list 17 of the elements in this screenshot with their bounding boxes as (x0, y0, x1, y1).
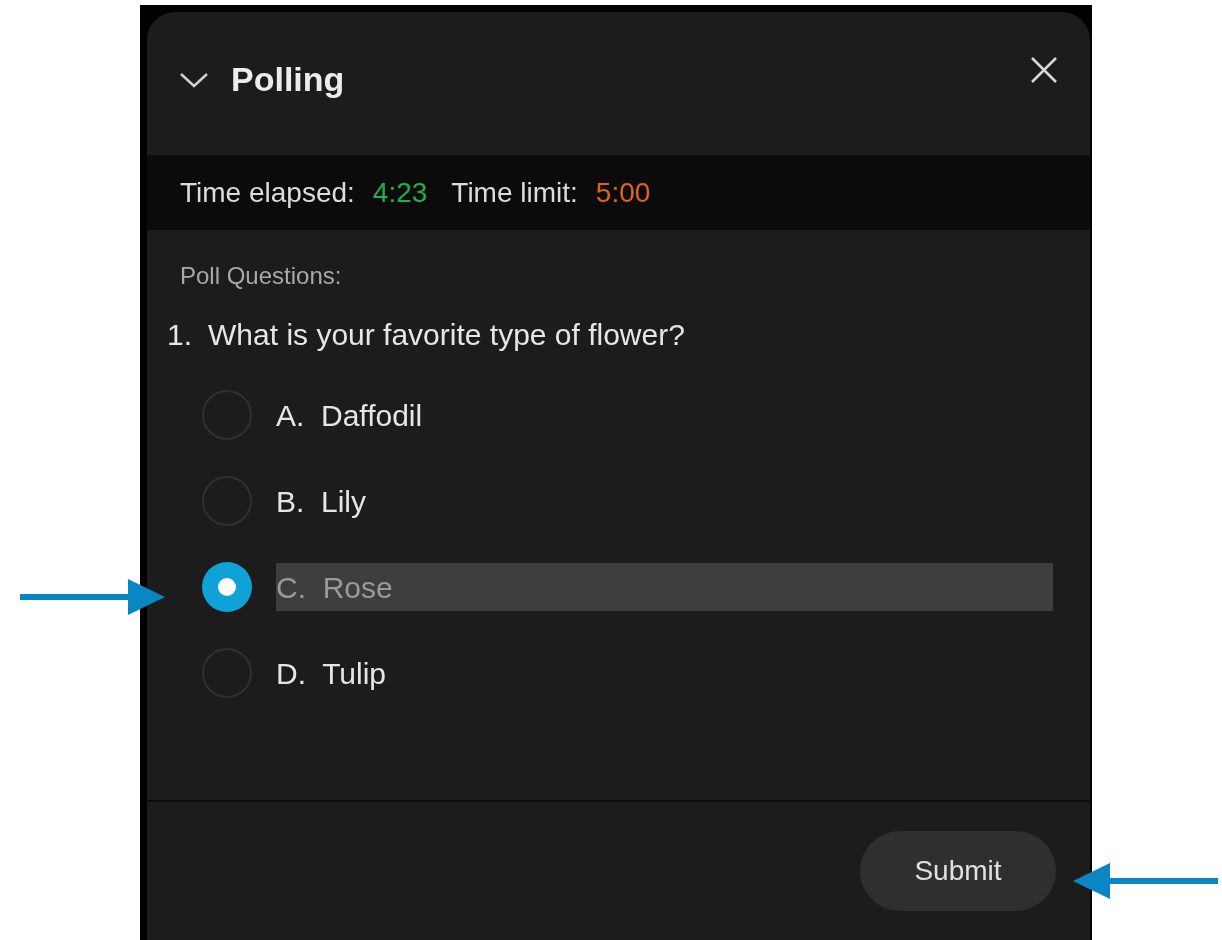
elapsed-time: 4:23 (372, 175, 428, 210)
option-label[interactable]: C. Rose (276, 563, 1053, 611)
submit-button[interactable]: Submit (860, 831, 1056, 911)
option-label[interactable]: D. Tulip (276, 650, 1090, 696)
elapsed-label: Time elapsed: (180, 175, 355, 210)
question-text: What is your favorite type of flower? (208, 317, 685, 353)
option-label[interactable]: B. Lily (276, 478, 1090, 524)
option-label[interactable]: A. Daffodil (276, 392, 1090, 438)
limit-label: Time limit: (451, 175, 578, 210)
arrow-icon (20, 579, 165, 615)
section-label: Poll Questions: (180, 261, 343, 291)
arrow-icon (1073, 863, 1218, 899)
limit-time: 5:00 (595, 175, 651, 210)
radio-button[interactable] (202, 562, 252, 612)
close-icon[interactable] (1030, 56, 1058, 84)
panel-title: Polling (231, 59, 345, 100)
question-number: 1. (167, 317, 193, 353)
